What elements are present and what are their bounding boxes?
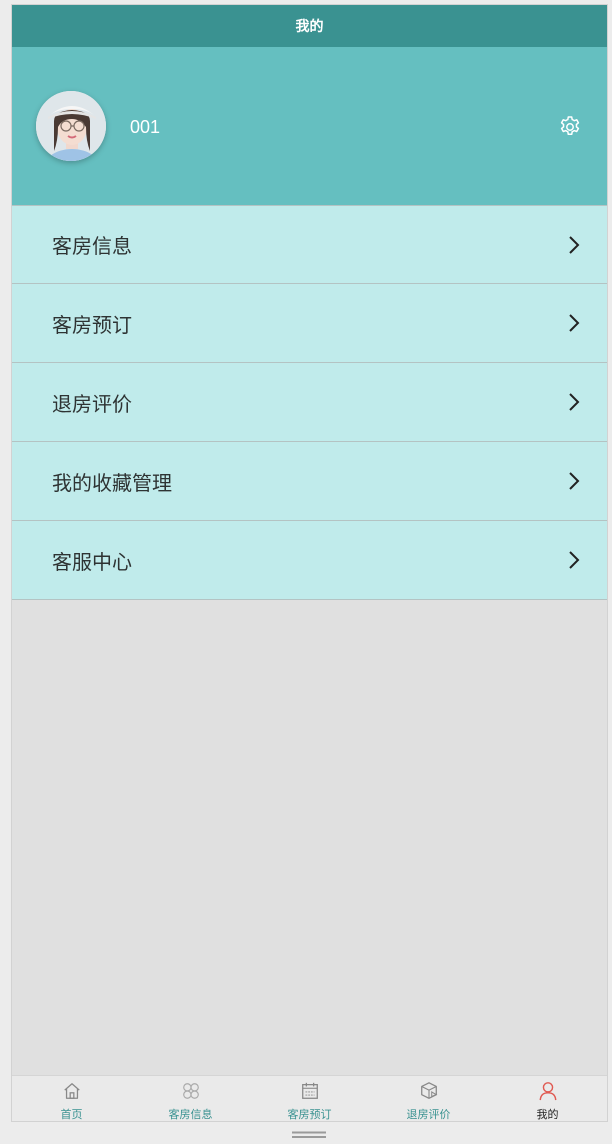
menu-item-favorites[interactable]: 我的收藏管理: [12, 442, 607, 521]
menu-item-checkout-review[interactable]: 退房评价: [12, 363, 607, 442]
profile-header: 001: [12, 47, 607, 205]
chevron-right-icon: [569, 472, 580, 490]
tab-room-info[interactable]: 客房信息: [131, 1076, 250, 1121]
menu-item-room-info[interactable]: 客房信息: [12, 205, 607, 284]
menu-item-label: 我的收藏管理: [52, 470, 172, 495]
app-screen: 我的 001 客房信息 客房预订 退房评价 我的收藏管理 客服中心 首页 客房信…: [11, 4, 608, 1122]
menu-item-label: 客服中心: [52, 549, 132, 574]
avatar[interactable]: [36, 91, 106, 161]
top-bar: 我的: [12, 5, 607, 47]
bottom-tab-bar: 首页 客房信息 客房预订 退房评价 我的: [12, 1075, 607, 1121]
menu-item-label: 客房信息: [52, 234, 132, 258]
grid-icon: [182, 1083, 199, 1099]
tab-label: 退房评价: [406, 1108, 451, 1121]
calendar-icon: [301, 1082, 318, 1099]
chevron-right-icon: [569, 551, 580, 569]
tab-mine[interactable]: 我的: [488, 1076, 607, 1121]
tab-room-booking[interactable]: 客房预订: [250, 1076, 369, 1121]
username: 001: [130, 117, 161, 137]
menu-item-label: 客房预订: [52, 312, 132, 337]
page-title: 我的: [295, 19, 324, 35]
avatar-image: [36, 91, 106, 161]
box-icon: [420, 1082, 437, 1099]
user-icon: [539, 1082, 556, 1101]
tab-label: 我的: [536, 1108, 559, 1121]
tab-label: 客房预订: [287, 1108, 332, 1121]
tab-home[interactable]: 首页: [12, 1076, 131, 1121]
chevron-right-icon: [569, 393, 580, 411]
menu-item-customer-service[interactable]: 客服中心: [12, 521, 607, 600]
chevron-right-icon: [569, 314, 580, 332]
gear-icon[interactable]: [558, 115, 582, 139]
tab-checkout-review[interactable]: 退房评价: [369, 1076, 488, 1121]
menu-item-label: 退房评价: [52, 391, 132, 416]
tab-label: 首页: [60, 1108, 83, 1121]
menu-item-room-booking[interactable]: 客房预订: [12, 284, 607, 363]
menu-list: 客房信息 客房预订 退房评价 我的收藏管理 客服中心: [12, 205, 607, 600]
resize-handle-icon[interactable]: [292, 1131, 326, 1139]
tab-label: 客房信息: [168, 1108, 213, 1121]
home-icon: [63, 1083, 80, 1099]
chevron-right-icon: [569, 236, 580, 254]
